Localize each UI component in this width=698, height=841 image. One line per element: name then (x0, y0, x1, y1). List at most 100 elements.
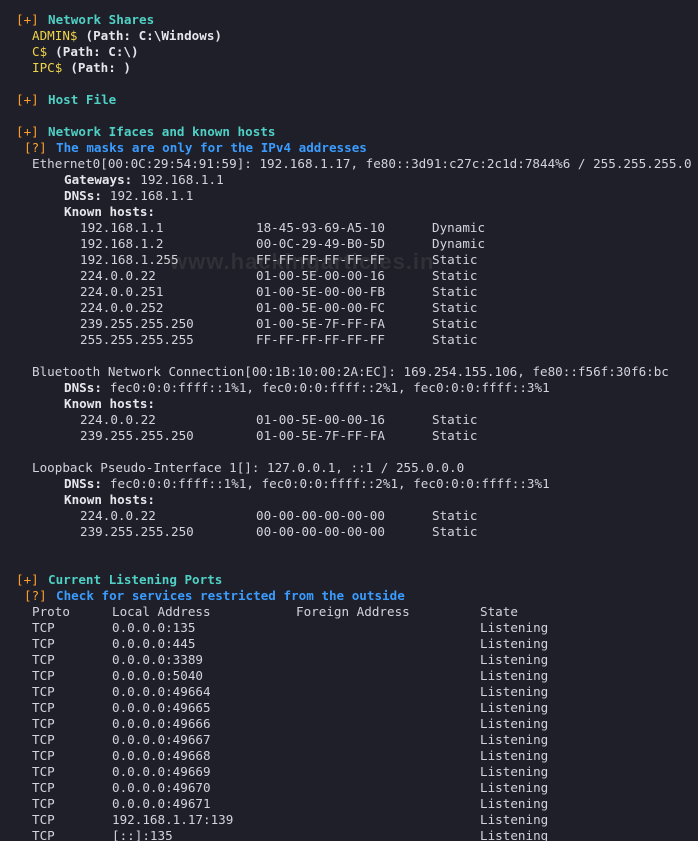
port-row: TCP 0.0.0.0:49670 Listening (0, 780, 698, 796)
known-host-row: 192.168.1.1 18-45-93-69-A5-10 Dynamic (0, 220, 698, 236)
host-type: Static (432, 412, 478, 427)
info-bracket: [+] (16, 12, 39, 27)
port-state: Listening (480, 764, 549, 779)
dns-value: fec0:0:0:ffff::1%1, fec0:0:0:ffff::2%1, … (109, 380, 550, 395)
iface-title: Ethernet0[00:0C:29:54:91:59]: 192.168.1.… (0, 156, 698, 172)
dns-value: fec0:0:0:ffff::1%1, fec0:0:0:ffff::2%1, … (109, 476, 550, 491)
host-mac: 00-00-00-00-00-00 (256, 508, 385, 523)
known-hosts-line: Known hosts: (0, 396, 698, 412)
ports-header-row: Proto Local Address Foreign Address State (0, 604, 698, 620)
column-header: Foreign Address (296, 604, 410, 619)
known-host-row: 224.0.0.22 00-00-00-00-00-00 Static (0, 508, 698, 524)
hint-bracket: [?] (24, 140, 47, 155)
port-state: Listening (480, 652, 549, 667)
known-hosts-label: Known hosts: (64, 492, 155, 507)
host-ip: 224.0.0.22 (80, 268, 156, 283)
port-proto: TCP (32, 652, 55, 667)
port-proto: TCP (32, 700, 55, 715)
column-header: Local Address (112, 604, 211, 619)
port-proto: TCP (32, 684, 55, 699)
hint-text: The masks are only for the IPv4 addresse… (56, 140, 367, 155)
section-header: [+] Network Ifaces and known hosts (0, 124, 698, 140)
host-ip: 239.255.255.250 (80, 316, 194, 331)
port-proto: TCP (32, 780, 55, 795)
iface-title-text: Bluetooth Network Connection[00:1B:10:00… (32, 364, 669, 379)
section-header: [+] Host File (0, 92, 698, 108)
host-type: Static (432, 508, 478, 523)
known-hosts-label: Known hosts: (64, 396, 155, 411)
host-ip: 255.255.255.255 (80, 332, 194, 347)
dns-label: DNSs: (64, 476, 102, 491)
host-ip: 224.0.0.22 (80, 508, 156, 523)
port-proto: TCP (32, 796, 55, 811)
port-state: Listening (480, 780, 549, 795)
dns-line: DNSs: fec0:0:0:ffff::1%1, fec0:0:0:ffff::… (0, 380, 698, 396)
host-ip: 239.255.255.250 (80, 428, 194, 443)
port-local-address: 0.0.0.0:49669 (112, 764, 211, 779)
port-row: TCP 0.0.0.0:49668 Listening (0, 748, 698, 764)
port-row: TCP 0.0.0.0:49665 Listening (0, 700, 698, 716)
dns-value: 192.168.1.1 (109, 188, 194, 203)
port-local-address: 0.0.0.0:49670 (112, 780, 211, 795)
gateways-value: 192.168.1.1 (140, 172, 224, 187)
known-host-row: 255.255.255.255 FF-FF-FF-FF-FF-FF Static (0, 332, 698, 348)
port-row: TCP 0.0.0.0:3389 Listening (0, 652, 698, 668)
info-bracket: [+] (16, 92, 39, 107)
port-local-address: 0.0.0.0:49667 (112, 732, 211, 747)
known-host-row: 239.255.255.250 00-00-00-00-00-00 Static (0, 524, 698, 540)
host-ip: 224.0.0.252 (80, 300, 164, 315)
host-type: Static (432, 428, 478, 443)
host-type: Dynamic (432, 220, 486, 235)
host-mac: 01-00-5E-7F-FF-FA (256, 316, 385, 331)
port-row: TCP 0.0.0.0:49664 Listening (0, 684, 698, 700)
known-hosts-label: Known hosts: (64, 204, 155, 219)
iface-title: Loopback Pseudo-Interface 1[]: 127.0.0.1… (0, 460, 698, 476)
port-state: Listening (480, 684, 549, 699)
host-ip: 224.0.0.251 (80, 284, 164, 299)
port-proto: TCP (32, 716, 55, 731)
port-proto: TCP (32, 828, 55, 841)
host-type: Static (432, 252, 478, 267)
port-state: Listening (480, 828, 549, 841)
port-local-address: 0.0.0.0:135 (112, 620, 196, 635)
port-row: TCP 0.0.0.0:445 Listening (0, 636, 698, 652)
share-path: (Path: C:\Windows) (85, 28, 222, 43)
hint-line: [?] Check for services restricted from th… (0, 588, 698, 604)
host-mac: FF-FF-FF-FF-FF-FF (256, 332, 385, 347)
host-ip: 192.168.1.2 (80, 236, 164, 251)
known-hosts-line: Known hosts: (0, 492, 698, 508)
port-row: TCP [::]:135 Listening (0, 828, 698, 841)
info-bracket: [+] (16, 572, 39, 587)
section-title: Current Listening Ports (48, 572, 223, 587)
hint-line: [?] The masks are only for the IPv4 addre… (0, 140, 698, 156)
share-path: (Path: C:\) (55, 44, 139, 59)
host-type: Static (432, 524, 478, 539)
port-row: TCP 0.0.0.0:49671 Listening (0, 796, 698, 812)
port-local-address: 0.0.0.0:49666 (112, 716, 211, 731)
section-title: Network Ifaces and known hosts (48, 124, 276, 139)
host-ip: 239.255.255.250 (80, 524, 194, 539)
host-mac: 01-00-5E-7F-FF-FA (256, 428, 385, 443)
port-proto: TCP (32, 636, 55, 651)
iface-title-text: Loopback Pseudo-Interface 1[]: 127.0.0.1… (32, 460, 465, 475)
port-state: Listening (480, 732, 549, 747)
port-row: TCP 0.0.0.0:49666 Listening (0, 716, 698, 732)
port-proto: TCP (32, 620, 55, 635)
section-header: [+] Network Shares (0, 12, 698, 28)
iface-title: Bluetooth Network Connection[00:1B:10:00… (0, 364, 698, 380)
hint-text: Check for services restricted from the o… (56, 588, 405, 603)
share-path: (Path: ) (70, 60, 132, 75)
port-row: TCP 0.0.0.0:49669 Listening (0, 764, 698, 780)
host-type: Dynamic (432, 236, 486, 251)
host-mac: 00-00-00-00-00-00 (256, 524, 385, 539)
column-header: Proto (32, 604, 70, 619)
terminal-output[interactable]: [+] Network Shares ADMIN$ (Path: C:\Windows… (0, 0, 698, 841)
column-header: State (480, 604, 518, 619)
port-state: Listening (480, 636, 549, 651)
port-local-address: 0.0.0.0:49671 (112, 796, 211, 811)
